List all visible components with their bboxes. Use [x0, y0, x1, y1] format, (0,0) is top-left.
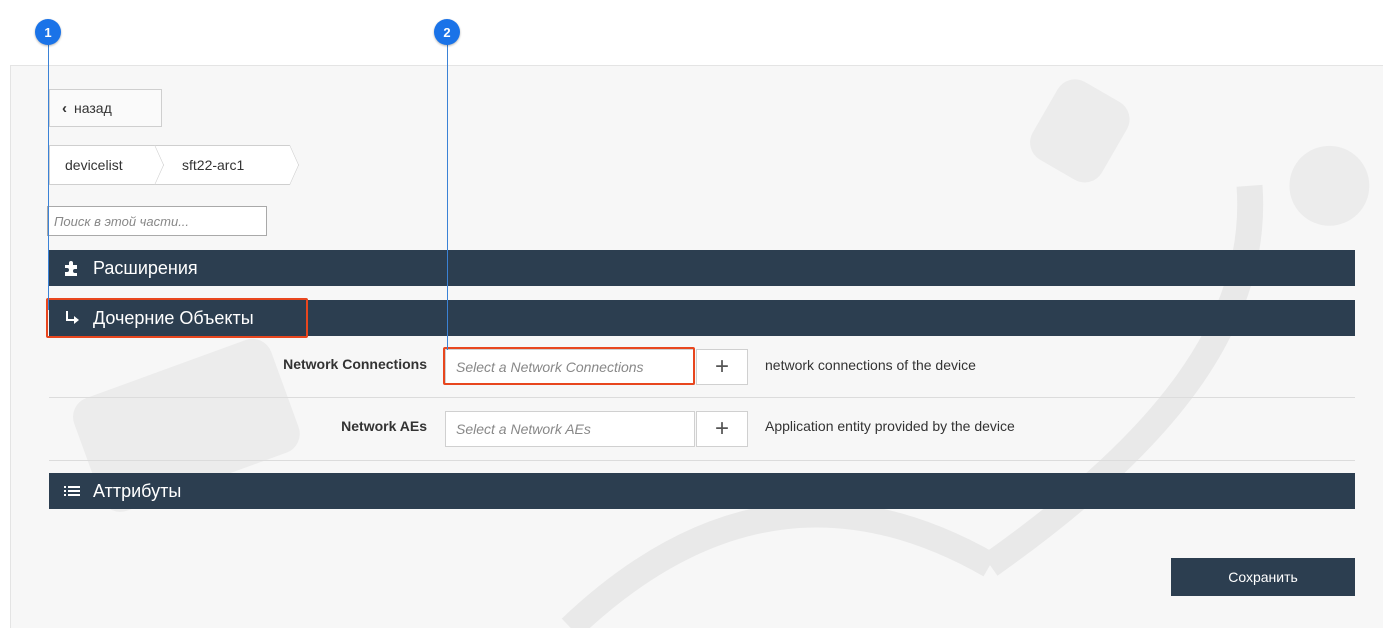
breadcrumb-label: devicelist — [65, 157, 123, 173]
list-icon — [61, 484, 83, 498]
plus-icon: + — [714, 415, 729, 442]
breadcrumb-item-device[interactable]: sft22-arc1 — [155, 145, 299, 185]
field-description-network-connections: network connections of the device — [765, 357, 976, 373]
section-extensions-label: Расширения — [93, 257, 198, 278]
callout-1-line — [48, 40, 49, 310]
highlight-select-network-connections — [443, 347, 695, 385]
breadcrumb: devicelist sft22-arc1 — [49, 145, 299, 185]
field-label-network-aes: Network AEs — [341, 418, 427, 434]
plus-icon: + — [714, 353, 729, 380]
section-attributes-label: Аттрибуты — [93, 480, 182, 501]
breadcrumb-item-devicelist[interactable]: devicelist — [49, 145, 164, 185]
breadcrumb-label: sft22-arc1 — [182, 157, 245, 173]
puzzle-icon — [61, 259, 83, 277]
callout-1-badge: 1 — [35, 19, 61, 45]
row-divider — [49, 460, 1355, 461]
select-network-aes[interactable]: Select a Network AEs — [445, 411, 695, 447]
back-button-label: назад — [74, 100, 112, 116]
field-description-network-aes: Application entity provided by the devic… — [765, 418, 1015, 434]
back-button[interactable]: ‹ назад — [49, 89, 162, 127]
row-divider — [49, 397, 1355, 398]
chevron-left-icon: ‹ — [62, 99, 67, 117]
highlight-children-section — [46, 298, 308, 338]
add-network-ae-button[interactable]: + — [696, 411, 748, 447]
callout-2-badge: 2 — [434, 19, 460, 45]
section-attributes[interactable]: Аттрибуты — [49, 473, 1355, 509]
field-label-network-connections: Network Connections — [283, 356, 427, 372]
save-button[interactable]: Сохранить — [1171, 558, 1355, 596]
add-network-connection-button[interactable]: + — [696, 349, 748, 385]
section-extensions[interactable]: Расширения — [49, 250, 1355, 286]
search-input[interactable] — [47, 206, 267, 236]
callout-2-line — [447, 40, 448, 350]
